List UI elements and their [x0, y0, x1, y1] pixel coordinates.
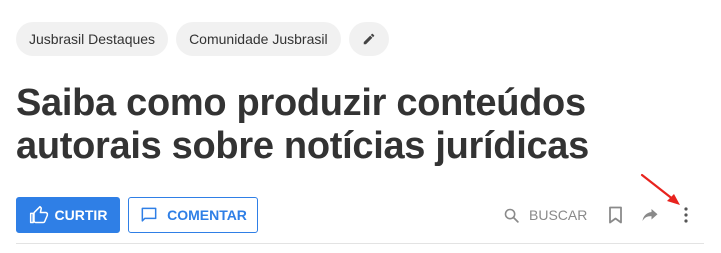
more-options-button[interactable]	[674, 197, 698, 233]
share-icon	[642, 209, 658, 221]
search-button[interactable]: BUSCAR	[503, 197, 587, 233]
bookmark-icon	[608, 206, 622, 224]
tag-comunidade-jusbrasil[interactable]: Comunidade Jusbrasil	[176, 22, 341, 56]
search-label: BUSCAR	[529, 207, 588, 223]
search-icon	[504, 208, 519, 223]
more-vertical-icon	[684, 207, 688, 223]
pencil-icon	[363, 33, 374, 45]
bookmark-button[interactable]	[603, 197, 627, 233]
tag-list: Jusbrasil Destaques Comunidade Jusbrasil	[16, 22, 389, 56]
action-bar: CURTIR COMENTAR BUSCAR	[16, 197, 704, 233]
comment-icon	[141, 207, 157, 222]
tag-jusbrasil-destaques[interactable]: Jusbrasil Destaques	[16, 22, 169, 56]
page-title: Saiba como produzir conteúdos autorais s…	[16, 82, 589, 167]
comment-label: COMENTAR	[167, 207, 247, 223]
like-label: CURTIR	[54, 207, 108, 223]
thumbs-up-icon	[29, 205, 48, 224]
like-button[interactable]: CURTIR	[16, 197, 120, 233]
share-button[interactable]	[638, 197, 662, 233]
divider	[16, 243, 704, 244]
comment-button[interactable]: COMENTAR	[128, 197, 258, 233]
edit-tags-button[interactable]	[348, 22, 389, 56]
